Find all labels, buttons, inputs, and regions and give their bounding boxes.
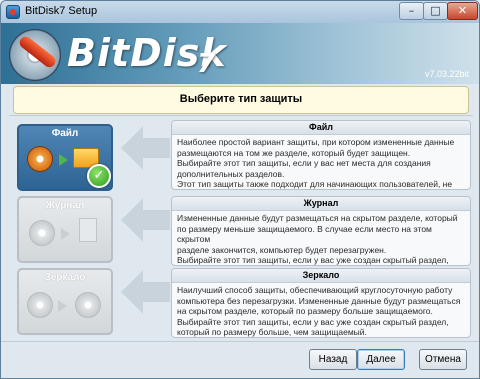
- back-button[interactable]: Назад: [309, 349, 357, 370]
- option-journal-panel-title: Журнал: [172, 197, 470, 211]
- option-mirror-label: Зеркало: [44, 272, 86, 283]
- checkmark-icon: ✓: [87, 164, 111, 188]
- footer-bar: Назад Далее Отмена: [1, 341, 479, 378]
- pointer-arrow-stem: [142, 138, 170, 158]
- option-journal-button[interactable]: Журнал: [17, 196, 113, 263]
- option-journal-label: Журнал: [45, 200, 85, 211]
- option-file-panel: Файл Наиболее простой вариант защиты, пр…: [171, 120, 471, 190]
- arrow-right-icon: [58, 300, 67, 312]
- option-file-label: Файл: [51, 128, 79, 139]
- close-button[interactable]: ✕: [447, 2, 478, 20]
- option-mirror-panel: Зеркало Наилучший способ защиты, обеспеч…: [171, 268, 471, 338]
- next-button[interactable]: Далее: [357, 349, 405, 370]
- protection-type-list: Файл ✓ Файл Наиболее простой вариант защ…: [9, 115, 473, 342]
- pointer-arrow-stem: [142, 210, 170, 230]
- hard-drive-icon: [29, 220, 55, 246]
- version-label: v7.03.22bit: [424, 69, 469, 79]
- minimize-button[interactable]: –: [399, 2, 424, 20]
- hard-drive-icon: [27, 292, 53, 318]
- cancel-button[interactable]: Отмена: [419, 349, 467, 370]
- hard-drive-icon: [27, 146, 53, 172]
- journal-page-icon: [79, 218, 97, 242]
- window-title: BitDisk7 Setup: [25, 5, 98, 17]
- option-journal-description: Измененные данные будут размещаться на с…: [177, 213, 458, 265]
- title-bar[interactable]: BitDisk7 Setup – □ ✕: [1, 1, 479, 23]
- banner: BitDisk 7 v7.03.22bit: [1, 23, 479, 84]
- arrow-right-icon: [59, 154, 68, 166]
- step-header: Выберите тип защиты: [13, 86, 469, 114]
- logo-digit: 7: [197, 49, 216, 79]
- option-mirror-button[interactable]: Зеркало: [17, 268, 113, 335]
- mirror-drive-icon: [75, 292, 101, 318]
- pointer-arrow-stem: [142, 282, 170, 302]
- pointer-arrow-icon: [121, 198, 143, 242]
- setup-window: BitDisk7 Setup – □ ✕ BitDisk 7 v7.03.22b…: [0, 0, 480, 379]
- arrow-right-icon: [61, 228, 70, 240]
- option-file-button[interactable]: Файл ✓: [17, 124, 113, 191]
- pointer-arrow-icon: [121, 270, 143, 314]
- option-mirror-description: Наилучший способ защиты, обеспечивающий …: [177, 285, 461, 337]
- pointer-arrow-icon: [121, 126, 143, 170]
- option-mirror-panel-title: Зеркало: [172, 269, 470, 283]
- maximize-button[interactable]: □: [423, 2, 448, 20]
- bitdisk-app-icon: [6, 5, 20, 19]
- option-file-panel-title: Файл: [172, 121, 470, 135]
- option-journal-panel: Журнал Измененные данные будут размещать…: [171, 196, 471, 266]
- option-file-description: Наиболее простой вариант защиты, при кот…: [177, 137, 455, 189]
- page-title: Выберите тип защиты: [179, 93, 303, 105]
